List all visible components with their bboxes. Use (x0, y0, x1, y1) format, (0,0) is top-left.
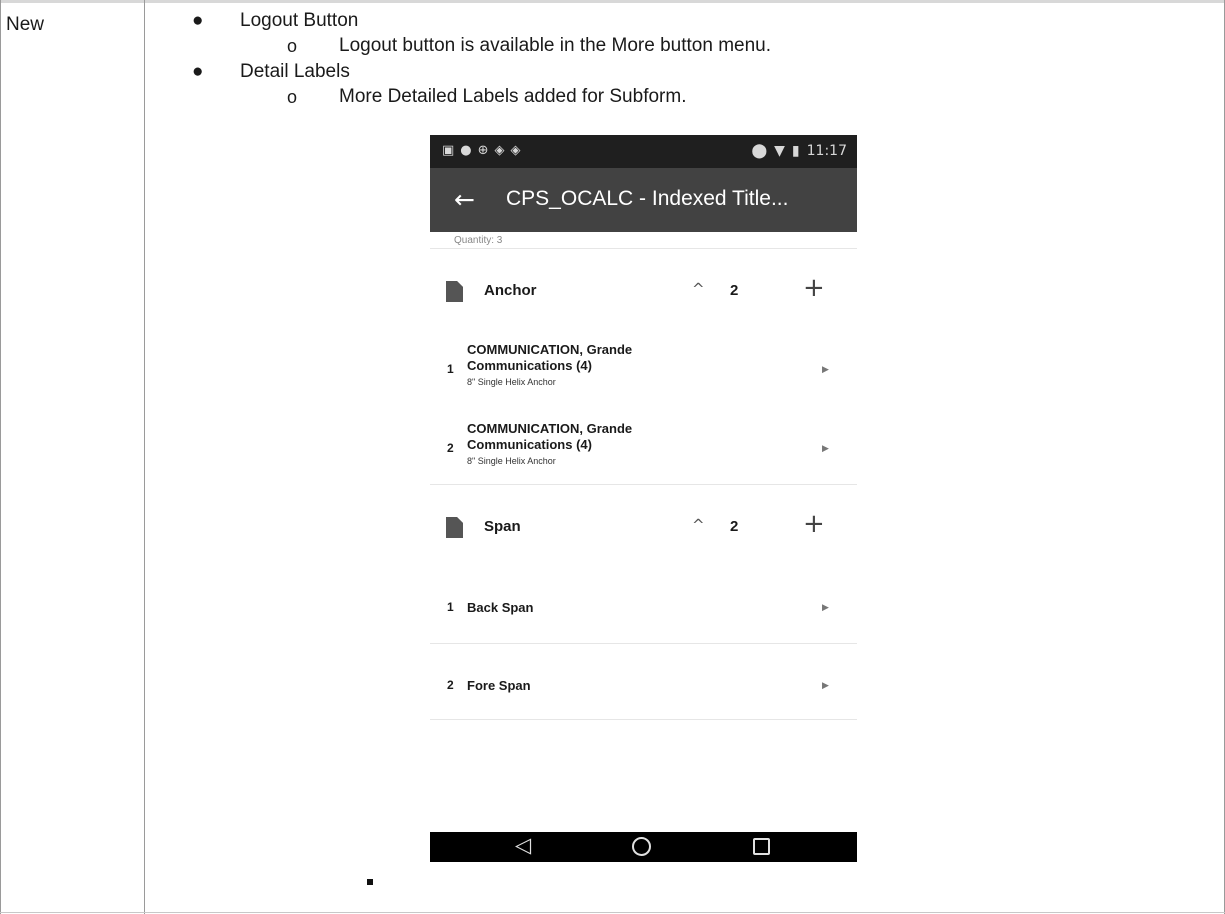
section-header-anchor: Anchor ^ 2 + (430, 256, 857, 326)
gps-icon: ◈ (510, 143, 527, 158)
android-nav-bar: ◁ (430, 832, 857, 862)
document-icon (446, 517, 463, 538)
list-item[interactable]: 1 COMMUNICATION, Grande Communications (… (430, 340, 857, 402)
table-left-border (0, 0, 1, 914)
item-title-logout: Logout Button (240, 10, 359, 31)
section-count: 2 (730, 282, 739, 299)
record-title: Fore Span (467, 678, 531, 693)
arrow-right-icon[interactable]: ▶ (822, 603, 829, 613)
record-subtitle: 8" Single Helix Anchor (467, 377, 556, 387)
notification-icons: ▣●⊕◈◈ (442, 143, 527, 158)
location-pin-icon: ⬤ (751, 143, 768, 159)
item-title-detail-labels: Detail Labels (240, 61, 350, 82)
record-index: 1 (447, 600, 454, 614)
crosshair-icon: ◈ (494, 143, 511, 158)
bullet-level1: ● (192, 61, 204, 82)
bullet-level2: o (287, 36, 298, 56)
status-right: ⬤ ▼ ▮ 11:17 (751, 143, 847, 159)
section-title: Anchor (484, 282, 537, 299)
chevron-up-icon[interactable]: ^ (692, 280, 705, 298)
bullet-level1: ● (192, 10, 204, 31)
status-bar: ▣●⊕◈◈ ⬤ ▼ ▮ 11:17 (430, 135, 857, 168)
nav-recents-icon[interactable] (753, 838, 770, 855)
record-title-line2: Communications (4) (467, 358, 592, 373)
shield-icon: ● (460, 143, 478, 158)
record-index: 2 (447, 678, 454, 692)
item-detail-labels: More Detailed Labels added for Subform. (339, 86, 687, 107)
section-header-span: Span ^ 2 + (430, 492, 857, 562)
record-title: Back Span (467, 600, 534, 615)
record-index: 2 (447, 441, 454, 455)
record-title-line2: Communications (4) (467, 437, 592, 452)
record-title-line1: COMMUNICATION, Grande (467, 342, 633, 357)
square-bullet-icon (367, 879, 373, 885)
arrow-right-icon[interactable]: ▶ (822, 444, 829, 454)
list-item[interactable]: 1 Back Span ▶ (430, 567, 857, 643)
globe-icon: ⊕ (477, 143, 495, 158)
divider (430, 484, 857, 485)
table-top-border (0, 0, 1225, 3)
add-icon[interactable]: + (803, 509, 825, 539)
document-icon (446, 281, 463, 302)
divider (430, 248, 857, 249)
list-item[interactable]: 2 Fore Span ▶ (430, 644, 857, 720)
quantity-text: Quantity: 3 (454, 235, 503, 246)
app-title: CPS_OCALC - Indexed Title... (506, 187, 789, 210)
divider (430, 719, 857, 720)
chevron-up-icon[interactable]: ^ (692, 516, 705, 534)
table-bottom-border (0, 912, 1225, 913)
row-label: New (6, 14, 45, 35)
list-item[interactable]: 2 COMMUNICATION, Grande Communications (… (430, 419, 857, 481)
record-index: 1 (447, 362, 454, 376)
app-bar: ← CPS_OCALC - Indexed Title... (430, 168, 857, 232)
arrow-right-icon[interactable]: ▶ (822, 365, 829, 375)
battery-icon: ▮ (791, 143, 800, 159)
table-column-divider (144, 0, 145, 914)
add-icon[interactable]: + (803, 273, 825, 303)
record-title-line1: COMMUNICATION, Grande (467, 421, 633, 436)
status-time: 11:17 (806, 143, 847, 159)
section-count: 2 (730, 518, 739, 535)
back-arrow-icon[interactable]: ← (454, 185, 475, 214)
bullet-level2: o (287, 87, 298, 107)
arrow-right-icon[interactable]: ▶ (822, 681, 829, 691)
wifi-icon: ▼ (774, 143, 785, 159)
item-detail-logout: Logout button is available in the More b… (339, 35, 772, 56)
image-icon: ▣ (442, 143, 461, 158)
nav-back-icon[interactable]: ◁ (515, 833, 531, 857)
phone-screenshot: ▣●⊕◈◈ ⬤ ▼ ▮ 11:17 ← CPS_OCALC - Indexed … (430, 135, 857, 862)
section-title: Span (484, 518, 521, 535)
nav-home-icon[interactable] (632, 837, 651, 856)
record-subtitle: 8" Single Helix Anchor (467, 456, 556, 466)
